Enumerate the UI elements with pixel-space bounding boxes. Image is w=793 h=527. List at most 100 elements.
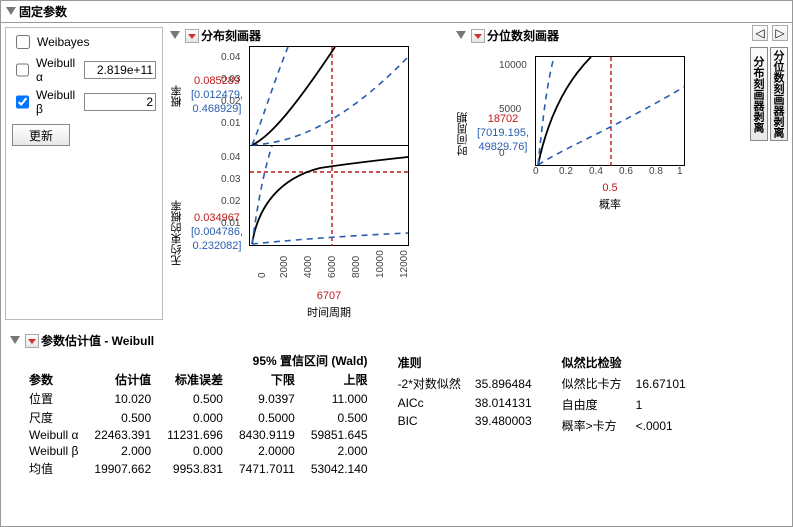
quant-chart[interactable] — [535, 56, 685, 166]
col-lo: 下限 — [231, 370, 303, 389]
xtick: 2000 — [279, 256, 290, 278]
update-button[interactable]: 更新 — [12, 124, 70, 146]
cell-hi: 2.000 — [303, 443, 376, 459]
xtick: 6000 — [327, 256, 338, 278]
table-row: 位置10.0200.5009.039711.000 — [21, 389, 376, 408]
main-body: Weibayes Weibull α Weibull β 更新 分布刻画器 — [1, 23, 792, 324]
cell-param: 均值 — [21, 459, 86, 478]
weibull-beta-checkbox[interactable] — [16, 95, 29, 109]
cell-param: 位置 — [21, 389, 86, 408]
lrt-title: 似然比检验 — [556, 353, 692, 372]
nav-buttons: ◁ ▷ — [752, 25, 788, 41]
side-tab-quant[interactable]: 分位数刻画器剥离 — [770, 47, 788, 141]
cell-val: 35.896484 — [469, 374, 538, 393]
table-row: 概率>卡方<.0001 — [556, 416, 692, 435]
x-axis-label: 时间周期 — [249, 304, 409, 320]
quant-profiler-panel: 分位数刻画器 时间周期 18702 [7019.195, 49829.76] 1… — [455, 27, 755, 320]
ytick: 0.03 — [221, 174, 240, 185]
table-row: 均值19907.6629953.8317471.701153042.140 — [21, 459, 376, 478]
cell-est: 2.000 — [86, 443, 159, 459]
weibayes-checkbox[interactable] — [16, 35, 30, 49]
cell-val: 38.014131 — [469, 395, 538, 411]
col-se: 标准误差 — [159, 370, 231, 389]
disclose-icon[interactable] — [5, 6, 17, 18]
cell-se: 0.500 — [159, 389, 231, 408]
cell-est: 0.500 — [86, 408, 159, 427]
wald-header: 95% 置信区间 (Wald) — [231, 351, 376, 370]
params-section-title: 参数估计值 - Weibull — [41, 332, 154, 349]
ytick: 0 — [499, 148, 505, 159]
xtick: 0.6 — [619, 166, 633, 177]
weibayes-label: Weibayes — [37, 35, 89, 49]
weibull-alpha-checkbox[interactable] — [16, 63, 29, 77]
cell-val: <.0001 — [630, 416, 692, 435]
y2-axis-label: 无约束的概率 — [169, 200, 185, 266]
cell-lo: 8430.9119 — [231, 427, 303, 443]
ci-value: [0.004786, 0.232082] — [191, 226, 243, 252]
ytick: 0.03 — [221, 74, 240, 85]
triangle-left-icon: ◁ — [755, 26, 764, 40]
cell-name: 概率>卡方 — [556, 416, 628, 435]
cell-param: Weibull α — [21, 427, 86, 443]
controls-box: Weibayes Weibull α Weibull β 更新 — [5, 27, 163, 320]
table-row: 尺度0.5000.0000.50000.500 — [21, 408, 376, 427]
quant-y-axis-label: 时间周期 — [455, 112, 471, 156]
dist-profiler-title: 分布刻画器 — [201, 27, 261, 44]
panel-menu-button[interactable] — [471, 29, 485, 43]
cell-lo: 2.0000 — [231, 443, 303, 459]
disclose-icon[interactable] — [9, 335, 21, 347]
quant-profiler-title: 分位数刻画器 — [487, 27, 559, 44]
cell-param: 尺度 — [21, 408, 86, 427]
cell-se: 9953.831 — [159, 459, 231, 478]
cell-name: 似然比卡方 — [556, 374, 628, 393]
ytick: 0.04 — [221, 152, 240, 163]
cell-hi: 59851.645 — [303, 427, 376, 443]
col-param: 参数 — [21, 370, 86, 389]
est-value: 18702 — [488, 113, 519, 125]
cell-val: 1 — [630, 395, 692, 414]
dist-profiler-panel: 分布刻画器 概率 0.085289 [0.012479, 0.468929] 0… — [169, 27, 449, 320]
y1-axis-label: 概率 — [169, 85, 185, 107]
quant-x-label: 概率 — [535, 196, 685, 212]
cell-hi: 0.500 — [303, 408, 376, 427]
weibull-beta-input[interactable] — [84, 93, 156, 111]
ytick: 0.04 — [221, 52, 240, 63]
disclose-icon[interactable] — [169, 30, 181, 42]
cell-lo: 7471.7011 — [231, 459, 303, 478]
cell-est: 22463.391 — [86, 427, 159, 443]
cell-est: 19907.662 — [86, 459, 159, 478]
next-button[interactable]: ▷ — [772, 25, 788, 41]
table-row: Weibull β2.0000.0002.00002.000 — [21, 443, 376, 459]
lrt-block: 似然比检验 似然比卡方16.67101自由度1概率>卡方<.0001 — [554, 351, 694, 437]
cell-val: 39.480003 — [469, 413, 538, 429]
cell-val: 16.67101 — [630, 374, 692, 393]
cell-se: 11231.696 — [159, 427, 231, 443]
panel-menu-button[interactable] — [25, 334, 39, 348]
dist-chart-lower[interactable] — [249, 146, 409, 246]
cell-name: AICc — [392, 395, 467, 411]
ytick: 0.02 — [221, 96, 240, 107]
panel-menu-button[interactable] — [185, 29, 199, 43]
col-est: 估计值 — [86, 370, 159, 389]
cell-name: -2*对数似然 — [392, 374, 467, 393]
xtick: 0 — [257, 272, 268, 278]
xtick: 1 — [677, 166, 683, 177]
xtick: 0 — [533, 166, 539, 177]
table-row: 似然比卡方16.67101 — [556, 374, 692, 393]
table-row: -2*对数似然35.896484 — [392, 374, 538, 393]
cell-se: 0.000 — [159, 443, 231, 459]
weibull-beta-label: Weibull β — [36, 88, 80, 116]
cell-se: 0.000 — [159, 408, 231, 427]
side-tabs: 分布刻画器剥离 分位数刻画器剥离 — [750, 47, 788, 141]
dist-chart-upper[interactable] — [249, 46, 409, 146]
cell-lo: 9.0397 — [231, 389, 303, 408]
weibull-alpha-input[interactable] — [84, 61, 156, 79]
criteria-block: 准则 -2*对数似然35.896484AICc38.014131BIC39.48… — [390, 351, 540, 431]
xtick: 10000 — [375, 250, 386, 278]
params-section-head: 参数估计值 - Weibull — [9, 332, 792, 349]
params-table-wrap: 95% 置信区间 (Wald) 参数 估计值 标准误差 下限 上限 位置10.0… — [1, 351, 792, 482]
param-table: 95% 置信区间 (Wald) 参数 估计值 标准误差 下限 上限 位置10.0… — [21, 351, 376, 478]
cell-hi: 53042.140 — [303, 459, 376, 478]
ytick: 5000 — [499, 104, 521, 115]
disclose-icon[interactable] — [455, 30, 467, 42]
